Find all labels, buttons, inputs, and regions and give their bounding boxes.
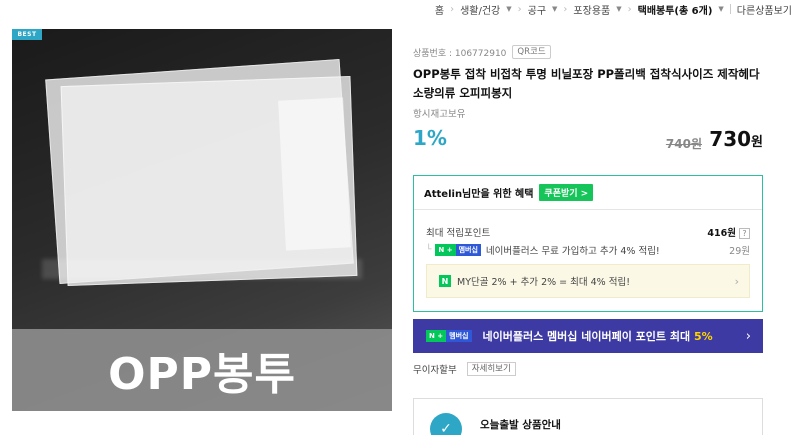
coupon-button[interactable]: 쿠폰받기 > bbox=[539, 184, 594, 201]
naverplus-membership-badge: N + 멤버십 bbox=[426, 330, 472, 342]
opp-bag-flap bbox=[278, 97, 351, 251]
other-products-link[interactable]: 다른상품보기 bbox=[737, 2, 792, 17]
chevron-down-icon[interactable]: ▼ bbox=[506, 5, 511, 13]
sale-price-value: 730 bbox=[709, 127, 752, 151]
benefit-title: Attelin님만을 위한 혜택 bbox=[424, 189, 534, 200]
best-badge: BEST bbox=[12, 29, 42, 40]
max-points-value-group: 416원? bbox=[707, 225, 750, 239]
breadcrumb-category-1[interactable]: 생활/건강 bbox=[460, 2, 500, 17]
chevron-right-icon: › bbox=[734, 274, 739, 288]
installment-detail-button[interactable]: 자세히보기 bbox=[466, 362, 516, 376]
shipping-info-box[interactable]: ✓ 오늘출발 상품안내 bbox=[413, 398, 763, 435]
naverplus-badge-n: N + bbox=[435, 244, 456, 256]
breadcrumb-home[interactable]: 홈 bbox=[435, 2, 444, 17]
benefit-header: Attelin님만을 위한 혜택 쿠폰받기 > bbox=[414, 176, 762, 210]
breadcrumb-separator: › bbox=[450, 3, 455, 15]
sale-price-unit: 원 bbox=[751, 135, 763, 150]
chevron-down-icon[interactable]: ▼ bbox=[552, 5, 557, 13]
breadcrumb-category-3[interactable]: 포장용품 bbox=[573, 2, 610, 17]
breadcrumb-current[interactable]: 택배봉투(총 6개) bbox=[638, 2, 713, 17]
naverplus-amount: 29원 bbox=[729, 246, 750, 257]
help-icon[interactable]: ? bbox=[739, 228, 750, 239]
breadcrumb: 홈 › 생활/건강 ▼ › 공구 ▼ › 포장용품 ▼ › 택배봉투(총 6개)… bbox=[435, 0, 792, 18]
price-row: 1% 740원 730원 bbox=[413, 126, 765, 154]
breadcrumb-category-2[interactable]: 공구 bbox=[528, 2, 546, 17]
stock-label: 항시재고보유 bbox=[413, 109, 466, 120]
naverplus-banner-highlight: 5% bbox=[693, 330, 713, 343]
naverplus-badge-n: N + bbox=[426, 330, 447, 342]
max-points-row: 최대 적립포인트 416원? bbox=[426, 225, 750, 239]
breadcrumb-separator: › bbox=[563, 3, 568, 15]
naverplus-points-row[interactable]: └ N + 멤버십 네이버플러스 무료 가입하고 추가 4% 적립! 29원 bbox=[426, 243, 750, 257]
benefit-box: Attelin님만을 위한 혜택 쿠폰받기 > 최대 적립포인트 416원? └… bbox=[413, 175, 763, 312]
product-code-row: 상품번호 : 106772910 QR코드 bbox=[413, 45, 765, 59]
installment-label: 무이자할부 bbox=[413, 365, 457, 376]
qr-code-button[interactable]: QR코드 bbox=[512, 45, 551, 59]
shipping-label: 오늘출발 상품안내 bbox=[480, 419, 561, 431]
naverplus-banner-main: 네이버플러스 멤버십 네이버페이 포인트 최대 bbox=[482, 330, 694, 343]
breadcrumb-separator: › bbox=[517, 3, 522, 15]
bag-reflection bbox=[42, 259, 362, 279]
product-info: 상품번호 : 106772910 QR코드 OPP봉투 접착 비접착 투명 비닐… bbox=[413, 45, 765, 154]
naverplus-badge-m: 멤버십 bbox=[446, 330, 472, 342]
naverplus-membership-badge: N + 멤버십 bbox=[435, 244, 481, 256]
original-price: 740원 bbox=[665, 137, 702, 151]
naverplus-banner-text: 네이버플러스 멤버십 네이버페이 포인트 최대 5% bbox=[483, 328, 713, 344]
chevron-right-icon: › bbox=[745, 328, 751, 344]
naverplus-badge-m: 멤버십 bbox=[455, 244, 481, 256]
naverplus-banner[interactable]: N + 멤버십 네이버플러스 멤버십 네이버페이 포인트 최대 5% › bbox=[413, 319, 763, 353]
product-code: 상품번호 : 106772910 bbox=[413, 48, 507, 59]
breadcrumb-separator: › bbox=[627, 3, 632, 15]
breadcrumb-divider bbox=[729, 4, 731, 14]
image-banner-text: OPP봉투 bbox=[108, 349, 296, 400]
tree-branch-icon: └ bbox=[426, 245, 432, 255]
image-banner: OPP봉투 bbox=[12, 329, 392, 411]
naverplus-text: 네이버플러스 무료 가입하고 추가 4% 적립! bbox=[485, 246, 660, 257]
naver-n-icon: N bbox=[439, 275, 451, 287]
truck-icon: ✓ bbox=[430, 413, 462, 435]
my-regular-text: MY단골 2% + 추가 2% = 최대 4% 적립! bbox=[457, 277, 631, 288]
chevron-down-icon[interactable]: ▼ bbox=[616, 5, 621, 13]
max-points-value: 416원 bbox=[707, 228, 736, 239]
product-title: OPP봉투 접착 비접착 투명 비닐포장 PP폴리백 접착식사이즈 제작헤다 소… bbox=[413, 67, 760, 100]
installment-row: 무이자할부 자세히보기 bbox=[413, 362, 516, 376]
max-points-label: 최대 적립포인트 bbox=[426, 228, 491, 239]
my-regular-box[interactable]: N MY단골 2% + 추가 2% = 최대 4% 적립! › bbox=[426, 264, 750, 298]
chevron-down-icon[interactable]: ▼ bbox=[718, 5, 723, 13]
product-image[interactable]: BEST OPP봉투 bbox=[12, 29, 392, 411]
discount-rate: 1% bbox=[413, 126, 447, 150]
sale-price: 730원 bbox=[709, 127, 763, 151]
